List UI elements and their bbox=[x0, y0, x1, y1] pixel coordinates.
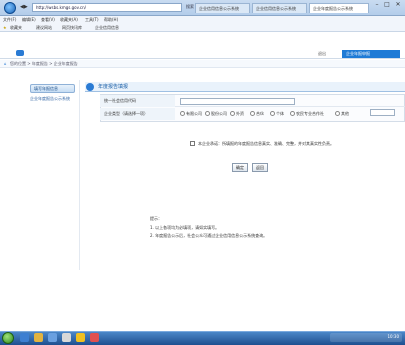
other-type-input[interactable] bbox=[370, 109, 395, 116]
favorites-item[interactable]: 收藏夹 bbox=[10, 26, 22, 30]
notes-line-2: 2. 年度报告公示后，社会公众可通过企业信用信息公示系统查询。 bbox=[150, 233, 268, 238]
radio-label: 合伙 bbox=[256, 111, 264, 116]
folder-taskbar-icon[interactable] bbox=[34, 333, 43, 342]
media-taskbar-icon[interactable] bbox=[48, 333, 57, 342]
app-taskbar-icon[interactable] bbox=[76, 333, 85, 342]
site-logo-icon bbox=[16, 50, 24, 56]
start-button-icon[interactable] bbox=[2, 332, 14, 344]
panel-header bbox=[85, 82, 405, 92]
app-taskbar-icon[interactable] bbox=[90, 333, 99, 342]
favorites-item[interactable]: 企业信用信息 bbox=[95, 26, 119, 30]
tab-label: 企业信用信息公示系统 bbox=[199, 6, 239, 11]
sidebar-button-label: 填写年报信息 bbox=[34, 86, 58, 91]
top-right-label: 企业年报申报 bbox=[346, 51, 370, 56]
radio-option[interactable] bbox=[180, 111, 185, 116]
breadcrumb: 您的位置 > 年度报告 > 企业年度报告 bbox=[10, 61, 78, 66]
browser-tab-active[interactable]: 企业年度报告公示系统 bbox=[309, 3, 369, 13]
browser-logo-icon bbox=[4, 2, 16, 14]
menu-tools[interactable]: 工具(T) bbox=[85, 18, 99, 22]
menu-help[interactable]: 帮助(H) bbox=[104, 18, 118, 22]
menu-favorites[interactable]: 收藏夹(A) bbox=[60, 18, 78, 22]
radio-option[interactable] bbox=[290, 111, 295, 116]
top-right-banner: 企业年报申报 bbox=[342, 50, 400, 58]
back-forward-icon[interactable]: ◀▶ bbox=[20, 5, 28, 10]
field-label-1: 统一社会信用代码 bbox=[104, 98, 136, 103]
ie-taskbar-icon[interactable] bbox=[20, 333, 29, 342]
radio-label: 有限公司 bbox=[186, 111, 202, 116]
field-label-2: 企业类型（请选择一项） bbox=[104, 111, 148, 116]
browser-tab[interactable]: 企业信用信息公示系统 bbox=[195, 3, 250, 13]
favorites-item[interactable]: 建议网站 bbox=[36, 26, 52, 30]
panel-title: 年度报告填报 bbox=[98, 84, 129, 90]
notes-title: 提示： bbox=[150, 216, 162, 221]
radio-option[interactable] bbox=[335, 111, 340, 116]
star-icon: ★ bbox=[3, 25, 7, 30]
radio-label: 个体 bbox=[276, 111, 284, 116]
radio-label: 外资 bbox=[236, 111, 244, 116]
address-bar[interactable]: http://wsbs.kmgs.gov.cn/ bbox=[32, 3, 182, 12]
browser-tab[interactable]: 企业信用信息公示系统 bbox=[252, 3, 307, 13]
clock: 10:30 bbox=[387, 334, 399, 339]
radio-label: 股份公司 bbox=[211, 111, 227, 116]
confirm-text: 本企业承诺：所填报的年度报告信息真实、准确、完整，并对其真实性负责。 bbox=[198, 141, 334, 146]
logout-link[interactable]: 退出 bbox=[318, 52, 326, 56]
radio-option[interactable] bbox=[205, 111, 210, 116]
panel-icon bbox=[86, 83, 94, 91]
confirm-button[interactable]: 确定 bbox=[232, 163, 248, 172]
menu-file[interactable]: 文件(F) bbox=[3, 18, 16, 22]
radio-label: 其他 bbox=[341, 111, 349, 116]
sidebar-button[interactable]: 填写年报信息 bbox=[30, 84, 75, 93]
app-taskbar-icon[interactable] bbox=[62, 333, 71, 342]
back-button[interactable]: 返回 bbox=[252, 163, 268, 172]
tab-label: 企业信用信息公示系统 bbox=[256, 6, 296, 11]
sidebar bbox=[0, 80, 80, 270]
maximize-icon[interactable]: □ bbox=[382, 1, 392, 9]
favorites-item[interactable]: 网页快讯库 bbox=[62, 26, 82, 30]
radio-option[interactable] bbox=[270, 111, 275, 116]
radio-label: 农民专业合作社 bbox=[296, 111, 324, 116]
credit-code-input[interactable] bbox=[180, 98, 295, 105]
system-tray: 10:30 bbox=[330, 333, 402, 342]
search-hint[interactable]: 搜索 bbox=[186, 5, 194, 9]
radio-option[interactable] bbox=[230, 111, 235, 116]
menu-edit[interactable]: 编辑(E) bbox=[22, 18, 36, 22]
address-text: http://wsbs.kmgs.gov.cn/ bbox=[36, 5, 87, 10]
home-icon: ⌂ bbox=[4, 61, 7, 66]
menu-view[interactable]: 查看(V) bbox=[41, 18, 55, 22]
favorites-bar bbox=[0, 24, 405, 32]
confirm-checkbox[interactable] bbox=[190, 141, 195, 146]
notes-line-1: 1. 以上各项均为必填项，请如实填写。 bbox=[150, 225, 220, 230]
sidebar-link[interactable]: 企业年度报告公示系统 bbox=[30, 97, 70, 101]
minimize-icon[interactable]: – bbox=[372, 1, 382, 9]
tab-label: 企业年度报告公示系统 bbox=[313, 6, 353, 11]
close-icon[interactable]: ✕ bbox=[393, 1, 403, 9]
radio-option[interactable] bbox=[250, 111, 255, 116]
